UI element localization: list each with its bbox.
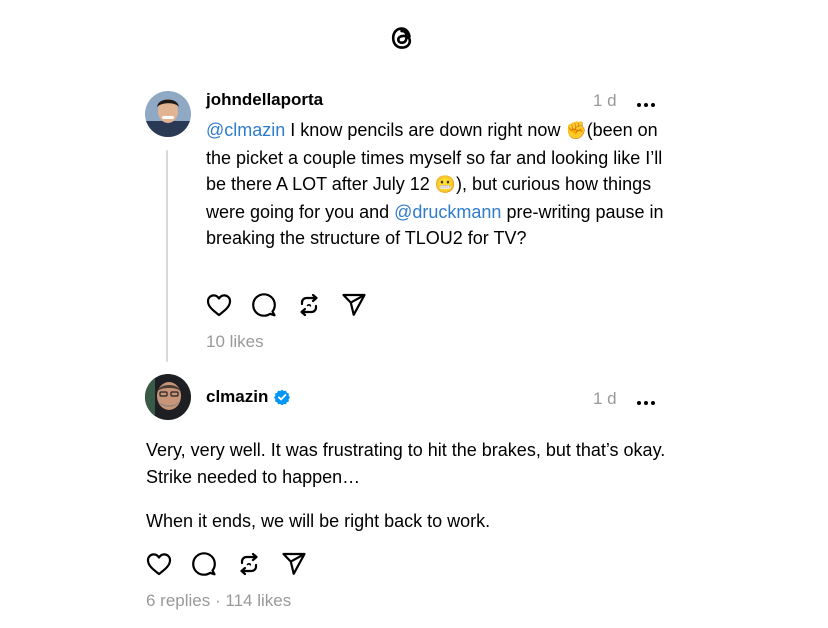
heart-icon (206, 294, 232, 317)
post-time: 1 d (593, 91, 617, 110)
repost-icon (300, 293, 318, 317)
post-text-segment: I know pencils are down right now (285, 120, 566, 140)
likes-count[interactable]: 10 likes (206, 332, 264, 352)
post-text: @clmazin I know pencils are down right n… (206, 117, 666, 252)
thread-line (166, 150, 168, 362)
share-button[interactable] (341, 292, 367, 318)
reply-author: clmazin (206, 387, 291, 407)
more-dots-icon[interactable] (636, 394, 656, 405)
avatar-clmazin[interactable] (145, 374, 191, 420)
likes-count[interactable]: 114 likes (225, 591, 291, 610)
username[interactable]: clmazin (206, 387, 268, 407)
like-button[interactable] (146, 551, 172, 577)
comment-icon (192, 552, 216, 576)
stats-separator: · (215, 591, 221, 610)
raised-fist-emoji: ✊ (565, 121, 587, 141)
username[interactable]: johndellaporta (206, 90, 323, 110)
comment-button[interactable] (191, 551, 217, 577)
post-actions (146, 551, 326, 577)
more-dots-icon[interactable] (636, 96, 656, 107)
mention-link[interactable]: @druckmann (394, 202, 501, 222)
repost-button[interactable] (236, 551, 262, 577)
avatar-johndellaporta[interactable] (145, 91, 191, 137)
repost-button[interactable] (296, 292, 322, 318)
reply-stats: 6 replies · 114 likes (146, 591, 291, 611)
mention-link[interactable]: @clmazin (206, 120, 285, 140)
share-icon (342, 293, 366, 316)
heart-icon (146, 553, 172, 576)
share-button[interactable] (281, 551, 307, 577)
reply-text-paragraph: When it ends, we will be right back to w… (146, 511, 491, 531)
verified-badge-icon (274, 389, 291, 406)
reply-text-paragraph: Very, very well. It was frustrating to h… (146, 440, 666, 487)
replies-count[interactable]: 6 replies (146, 591, 210, 610)
grimacing-face-emoji: 😬 (434, 175, 456, 195)
repost-icon (240, 552, 258, 576)
comment-icon (252, 293, 276, 317)
post-time: 1 d (593, 389, 617, 408)
like-button[interactable] (206, 292, 232, 318)
threads-logo-icon[interactable] (387, 22, 417, 54)
share-icon (282, 552, 306, 575)
post-actions (206, 292, 386, 318)
comment-button[interactable] (251, 292, 277, 318)
